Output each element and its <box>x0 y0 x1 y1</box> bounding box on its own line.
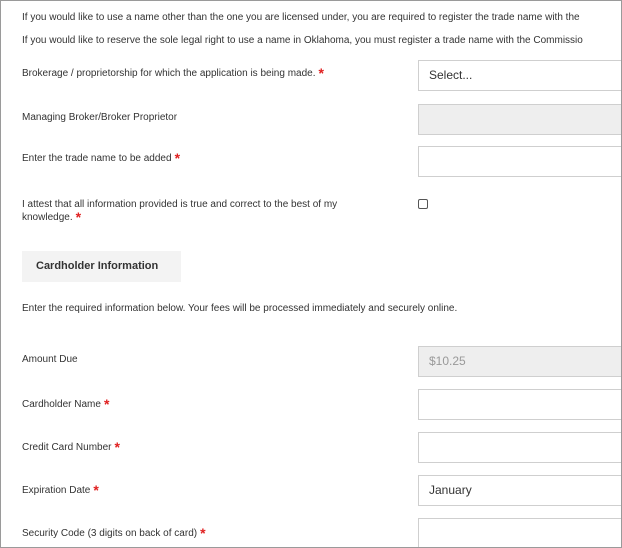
attest-label-text: I attest that all information provided i… <box>22 199 338 223</box>
required-marker: * <box>174 150 181 166</box>
trade-name-input[interactable] <box>418 146 621 177</box>
amount-due-label: Amount Due <box>22 354 78 365</box>
intro-line-2: If you would like to reserve the sole le… <box>22 35 583 46</box>
required-marker: * <box>200 525 206 541</box>
trade-name-label: Enter the trade name to be added * <box>22 150 181 166</box>
intro-line-1: If you would like to use a name other th… <box>22 12 580 23</box>
brokerage-label: Brokerage / proprietorship for which the… <box>22 65 324 81</box>
security-code-label-text: Security Code (3 digits on back of card) <box>22 528 198 539</box>
card-number-input[interactable] <box>418 432 621 463</box>
cardholder-section-header: Cardholder Information <box>22 251 181 282</box>
expiration-date-label-text: Expiration Date <box>22 485 91 496</box>
required-marker: * <box>114 439 120 455</box>
brokerage-select[interactable]: Select... <box>418 60 621 91</box>
attest-checkbox[interactable] <box>418 199 428 209</box>
expiration-month-select[interactable]: January <box>418 475 621 506</box>
application-form-frame: If you would like to use a name other th… <box>0 0 622 548</box>
trade-name-label-text: Enter the trade name to be added <box>22 153 172 164</box>
cardholder-name-input[interactable] <box>418 389 621 420</box>
cardholder-name-label-text: Cardholder Name <box>22 399 101 410</box>
card-number-label: Credit Card Number * <box>22 439 120 455</box>
attest-label: I attest that all information provided i… <box>22 198 382 224</box>
managing-broker-label: Managing Broker/Broker Proprietor <box>22 112 178 123</box>
card-number-label-text: Credit Card Number <box>22 442 112 453</box>
security-code-label: Security Code (3 digits on back of card)… <box>22 525 206 541</box>
managing-broker-field <box>418 104 621 135</box>
cardholder-name-label: Cardholder Name * <box>22 396 110 412</box>
required-marker: * <box>103 396 110 412</box>
required-marker: * <box>318 65 324 81</box>
amount-due-field: $10.25 <box>418 346 621 377</box>
required-marker: * <box>93 482 99 498</box>
brokerage-label-text: Brokerage / proprietorship for which the… <box>22 68 316 79</box>
security-code-input[interactable] <box>418 518 621 547</box>
expiration-date-label: Expiration Date * <box>22 482 99 498</box>
required-marker: * <box>75 209 82 225</box>
cardholder-description: Enter the required information below. Yo… <box>22 303 458 314</box>
